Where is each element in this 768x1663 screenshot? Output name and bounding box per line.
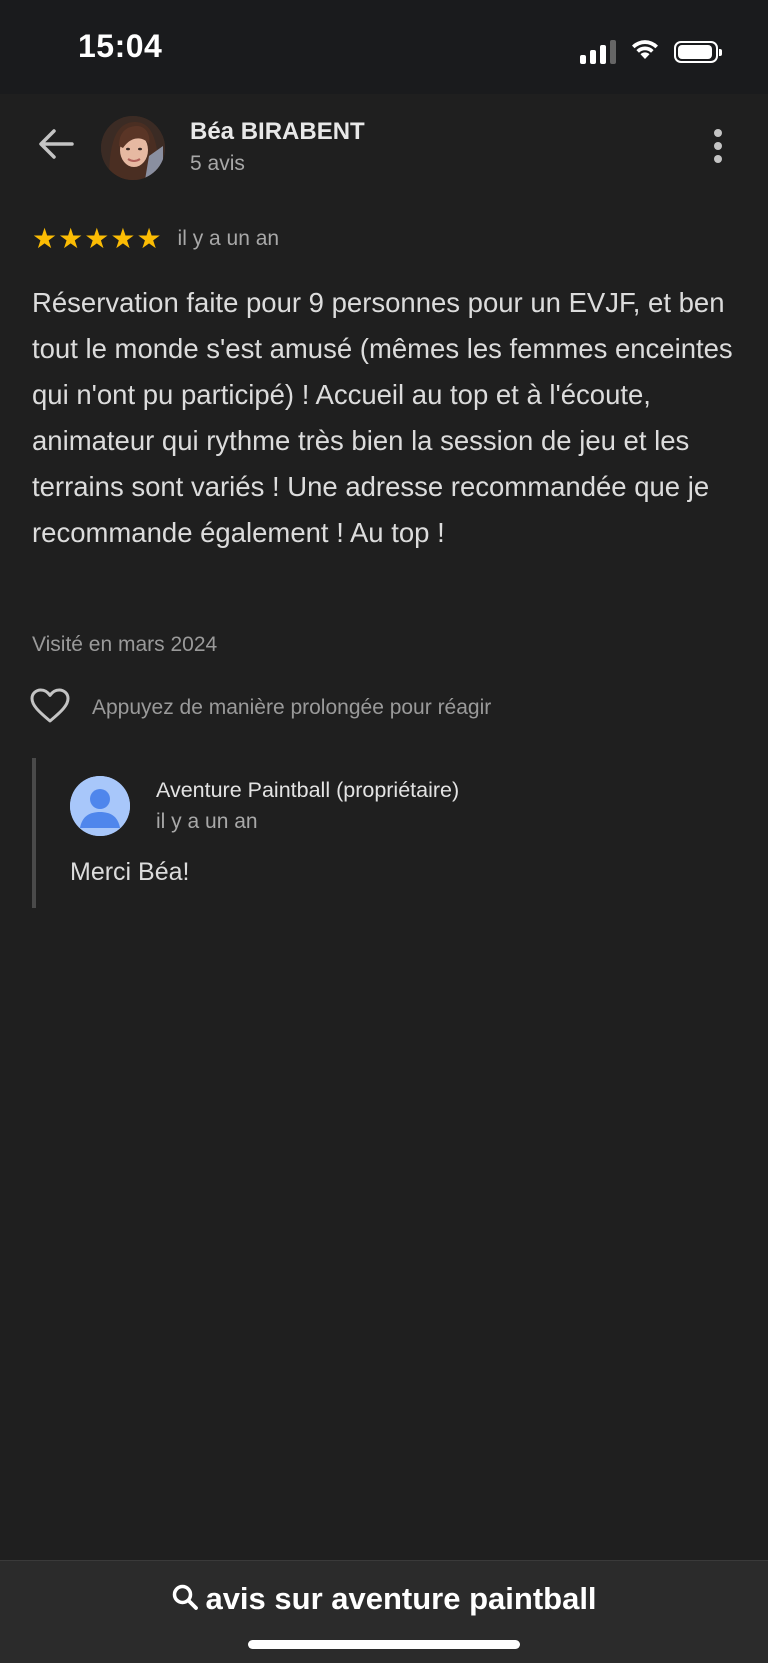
- review-count: 5 avis: [190, 152, 245, 175]
- arrow-left-icon: [38, 128, 74, 165]
- status-icons: [580, 38, 722, 65]
- star-icon: ★: [58, 223, 84, 254]
- battery-icon: [674, 40, 722, 63]
- signal-icon: [580, 39, 616, 64]
- visit-date: Visité en mars 2024: [32, 633, 218, 656]
- more-vertical-icon: [714, 129, 722, 137]
- react-hint: Appuyez de manière prolongée pour réagir: [92, 696, 492, 719]
- reviewer-avatar[interactable]: [101, 116, 165, 180]
- status-time: 15:04: [78, 28, 163, 64]
- owner-avatar: [70, 776, 130, 836]
- owner-reply-date: il y a un an: [156, 810, 258, 833]
- home-indicator[interactable]: [248, 1640, 520, 1649]
- star-icon: ★: [32, 223, 58, 254]
- star-rating: ★ ★ ★ ★ ★: [32, 224, 162, 254]
- react-row: Appuyez de manière prolongée pour réagir: [30, 688, 491, 728]
- search-query-text: avis sur aventure paintball: [205, 1581, 597, 1616]
- bottom-search-bar: avis sur aventure paintball: [0, 1560, 768, 1663]
- search-query-button[interactable]: avis sur aventure paintball: [0, 1581, 768, 1617]
- search-icon: [171, 1583, 199, 1616]
- back-button[interactable]: [30, 120, 82, 172]
- owner-reply-text: Merci Béa!: [70, 858, 190, 886]
- reviewer-header: Béa BIRABENT 5 avis: [0, 94, 768, 204]
- star-icon: ★: [110, 223, 136, 254]
- person-icon: [70, 776, 130, 836]
- owner-name: Aventure Paintball (propriétaire): [156, 778, 460, 802]
- more-options-button[interactable]: [698, 124, 738, 168]
- wifi-icon: [630, 38, 660, 65]
- review-date: il y a un an: [177, 227, 280, 250]
- react-button[interactable]: [30, 688, 72, 728]
- rating-row: ★ ★ ★ ★ ★ il y a un an: [32, 224, 279, 254]
- star-icon: ★: [136, 223, 162, 254]
- reviewer-name[interactable]: Béa BIRABENT: [190, 118, 365, 146]
- review-text: Réservation faite pour 9 personnes pour …: [32, 287, 733, 548]
- star-icon: ★: [84, 223, 110, 254]
- owner-reply: Aventure Paintball (propriétaire) il y a…: [32, 758, 736, 908]
- heart-icon: [30, 688, 70, 729]
- status-bar: 15:04: [0, 0, 768, 94]
